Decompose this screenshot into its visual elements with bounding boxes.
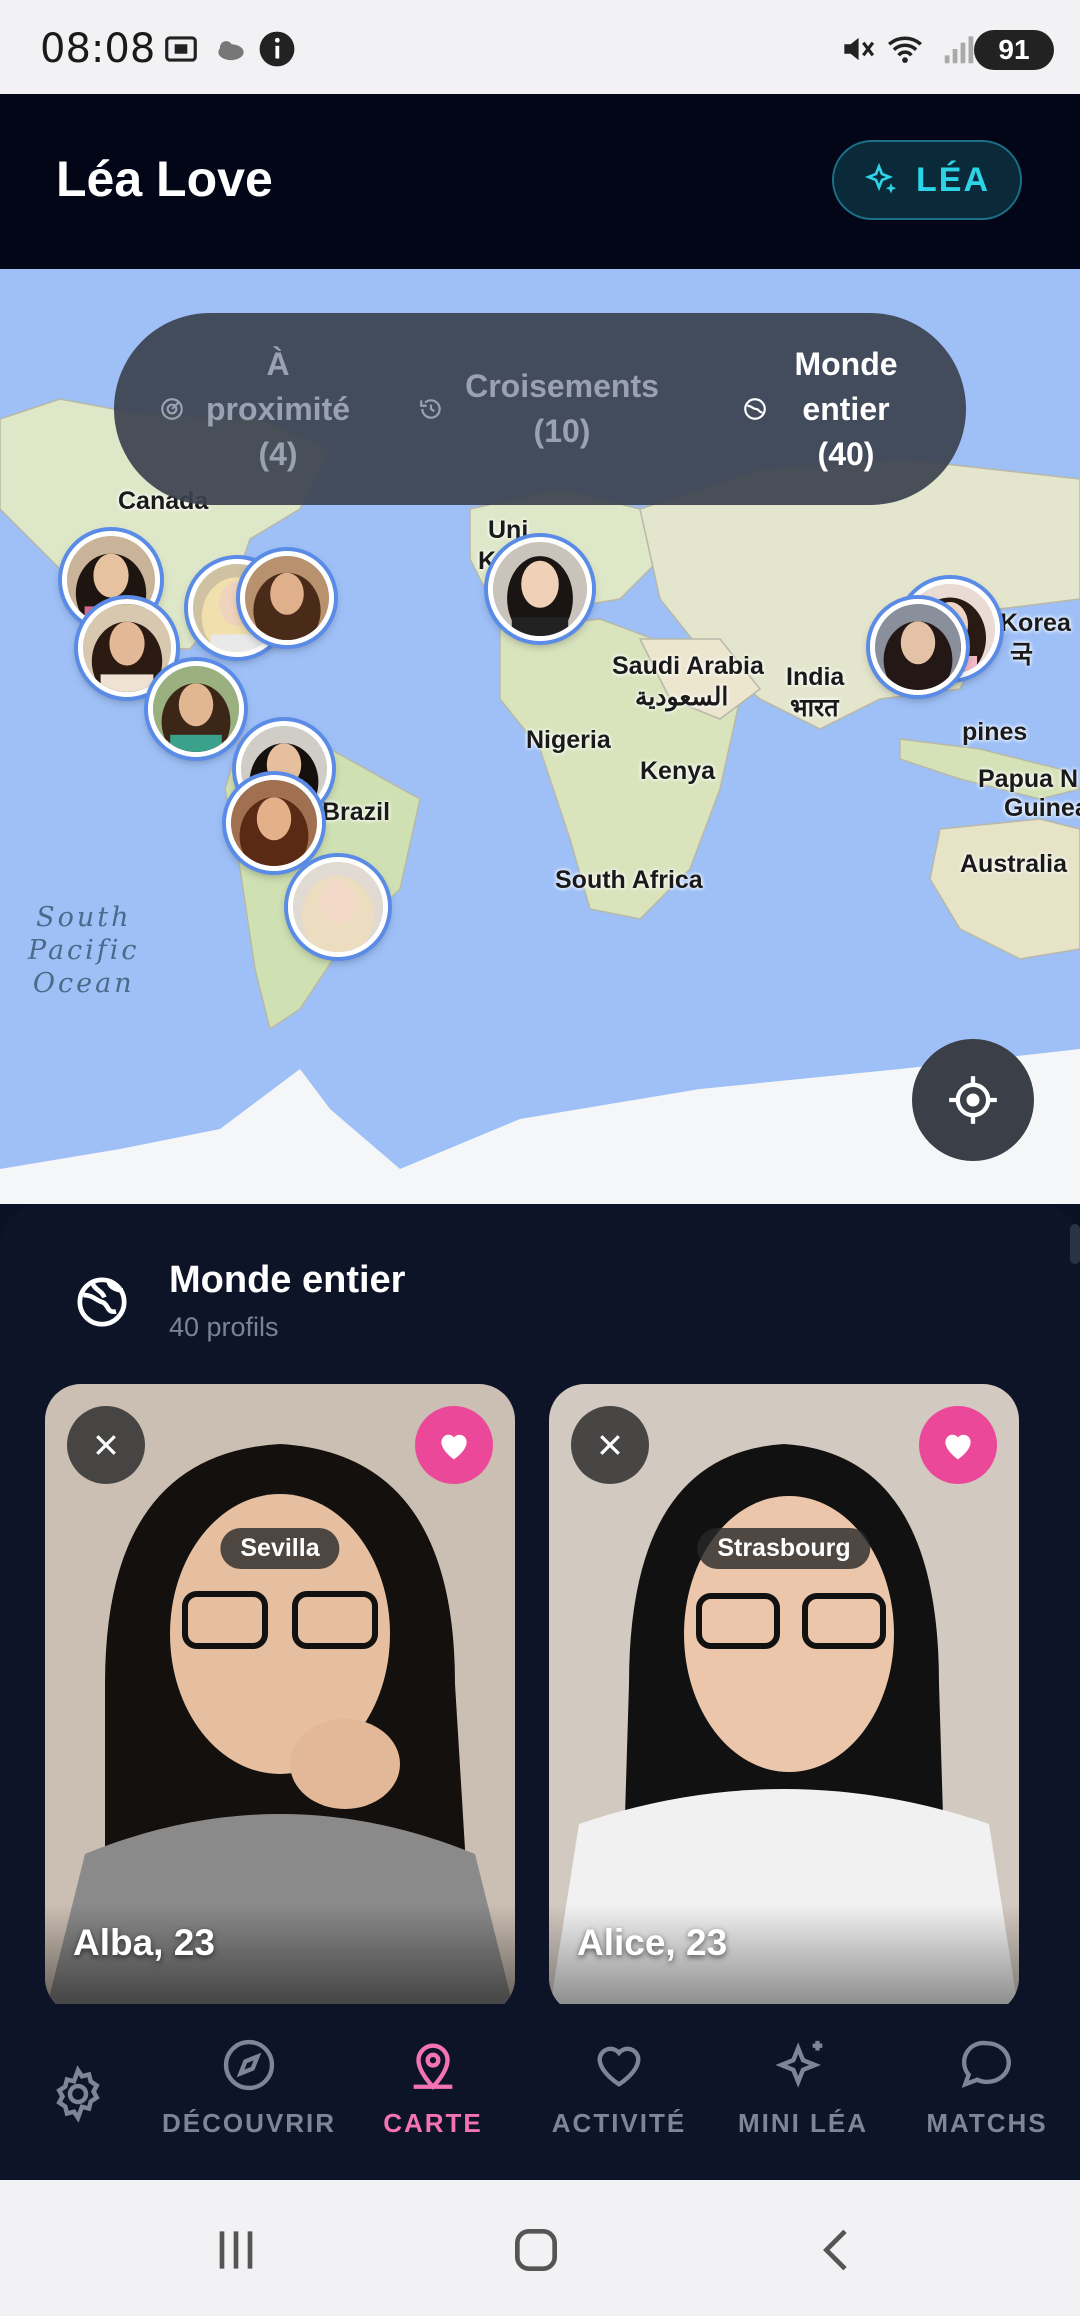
- filter-worldwide[interactable]: Monde entier (40): [682, 342, 966, 477]
- nav-discover-label: DÉCOUVRIR: [161, 2108, 336, 2138]
- map-label-papua: Papua N: [978, 765, 1079, 793]
- crosshair-icon: [949, 1076, 997, 1124]
- sheet-title: Monde entier: [169, 1259, 406, 1301]
- sparkles-icon: [864, 162, 897, 194]
- map-label-south-africa: South Africa: [555, 866, 703, 894]
- status-bar: 08:08 91: [0, 0, 1080, 94]
- nav-matches[interactable]: MATCHS: [892, 2036, 1080, 2139]
- ocean-line-2: Pacific: [28, 935, 140, 966]
- avatar: [245, 556, 329, 640]
- profile-pin[interactable]: [240, 551, 334, 645]
- map-label-saudi-arabia-ar: السعودية: [635, 683, 729, 711]
- city-badge: Sevilla: [220, 1528, 340, 1569]
- map-label-kenya: Kenya: [640, 757, 716, 785]
- nav-activity-label: ACTIVITÉ: [551, 2108, 687, 2138]
- avatar: [293, 862, 383, 952]
- profile-card[interactable]: Sevilla Alba, 23: [45, 1384, 515, 2014]
- battery-indicator: 91: [974, 30, 1054, 70]
- profile-name: Alba, 23: [73, 1922, 215, 1963]
- filter-nearby-label: À proximité (4): [205, 345, 351, 472]
- nav-mini-lea-label: MINI LÉA: [737, 2108, 869, 2138]
- dismiss-button[interactable]: [571, 1406, 649, 1484]
- map-label-korea: Korea: [1000, 609, 1071, 637]
- system-navigation-bar: [0, 2180, 1080, 2316]
- filter-crossings-label: Croisements (10): [465, 368, 659, 449]
- close-icon: [96, 1435, 116, 1455]
- app-header: Léa Love LÉA: [0, 94, 1080, 269]
- close-icon: [600, 1435, 620, 1455]
- scrollbar[interactable]: [1070, 1224, 1080, 1264]
- profile-pin[interactable]: [870, 599, 966, 695]
- globe-icon: [744, 398, 766, 420]
- home-icon[interactable]: [506, 2222, 566, 2278]
- signal-icon: [944, 36, 974, 64]
- sheet-subtitle: 40 profils: [169, 1312, 279, 1342]
- avatar: [875, 604, 961, 690]
- history-icon: [420, 399, 441, 419]
- like-button[interactable]: [415, 1406, 493, 1484]
- filter-nearby[interactable]: À proximité (4): [114, 342, 398, 477]
- profile-pin[interactable]: [226, 775, 322, 871]
- nav-matches-label: MATCHS: [926, 2108, 1048, 2138]
- map-label-brazil: Brazil: [322, 798, 391, 826]
- map-label-ocean: South Pacific Ocean: [28, 901, 140, 1000]
- profile-name: Alice, 23: [577, 1922, 728, 1963]
- recent-apps-icon[interactable]: [206, 2222, 266, 2278]
- screenshot-icon: [165, 36, 197, 62]
- map-label-nigeria: Nigeria: [526, 726, 611, 754]
- sparkles-icon: [775, 2040, 823, 2088]
- heart-icon: [441, 1434, 467, 1460]
- filter-crossings[interactable]: Croisements (10): [398, 364, 682, 454]
- lea-assistant-button[interactable]: LÉA: [832, 140, 1022, 220]
- settings-gear-icon[interactable]: [48, 2064, 108, 2124]
- lea-button-label: LÉA: [916, 160, 990, 199]
- profile-card[interactable]: Strasbourg Alice, 23: [549, 1384, 1019, 2014]
- map-label-saudi-arabia: Saudi Arabia: [612, 652, 764, 680]
- filter-worldwide-label: Monde entier (40): [794, 345, 898, 472]
- avatar: [231, 780, 317, 866]
- ocean-line-1: South: [36, 902, 132, 933]
- nav-discover[interactable]: DÉCOUVRIR: [154, 2036, 344, 2139]
- map-pin-icon: [413, 2043, 453, 2090]
- info-icon: [259, 31, 295, 67]
- nav-mini-lea[interactable]: MINI LÉA: [708, 2036, 898, 2139]
- status-time: 08:08: [40, 26, 156, 72]
- nav-activity[interactable]: ACTIVITÉ: [524, 2036, 714, 2139]
- my-location-button[interactable]: [912, 1039, 1034, 1161]
- mute-icon: [844, 37, 875, 61]
- world-map[interactable]: Canada Uni K Saudi Arabia السعودية India…: [0, 269, 1080, 1204]
- map-label-philippines: pines: [962, 718, 1028, 746]
- profiles-sheet: Monde entier 40 profils Sevilla Alba, 23: [0, 1204, 1080, 2014]
- heart-outline-icon: [597, 2046, 641, 2087]
- chat-bubble-icon: [961, 2040, 1011, 2089]
- globe-icon: [77, 1277, 127, 1327]
- dismiss-button[interactable]: [67, 1406, 145, 1484]
- map-label-guinea: Guinea: [1004, 794, 1080, 822]
- like-button[interactable]: [919, 1406, 997, 1484]
- bottom-navigation: DÉCOUVRIR CARTE ACTIVITÉ MINI LÉA MATCHS: [0, 2004, 1080, 2180]
- app-title: Léa Love: [56, 151, 273, 207]
- avatar: [153, 666, 239, 752]
- compass-icon: [223, 2039, 275, 2091]
- back-icon[interactable]: [808, 2222, 868, 2278]
- map-label-australia: Australia: [960, 850, 1067, 878]
- city-badge: Strasbourg: [697, 1528, 871, 1569]
- wifi-icon: [888, 36, 922, 63]
- map-label-india-hi: भारत: [790, 694, 839, 722]
- avatar: [493, 542, 587, 636]
- map-filter-segmented: À proximité (4) Croisements (10) Monde e…: [114, 313, 966, 505]
- profile-pin[interactable]: [488, 537, 592, 641]
- nav-map[interactable]: CARTE: [338, 2036, 528, 2139]
- profile-pin[interactable]: [288, 857, 388, 957]
- ocean-line-3: Ocean: [32, 968, 135, 999]
- profile-pin[interactable]: [148, 661, 244, 757]
- weather-icon: [218, 41, 244, 61]
- map-label-korea-2: 국: [1010, 641, 1034, 669]
- heart-icon: [945, 1434, 971, 1460]
- radar-icon: [161, 398, 183, 420]
- map-label-india: India: [786, 663, 845, 691]
- nav-map-label: CARTE: [383, 2108, 483, 2138]
